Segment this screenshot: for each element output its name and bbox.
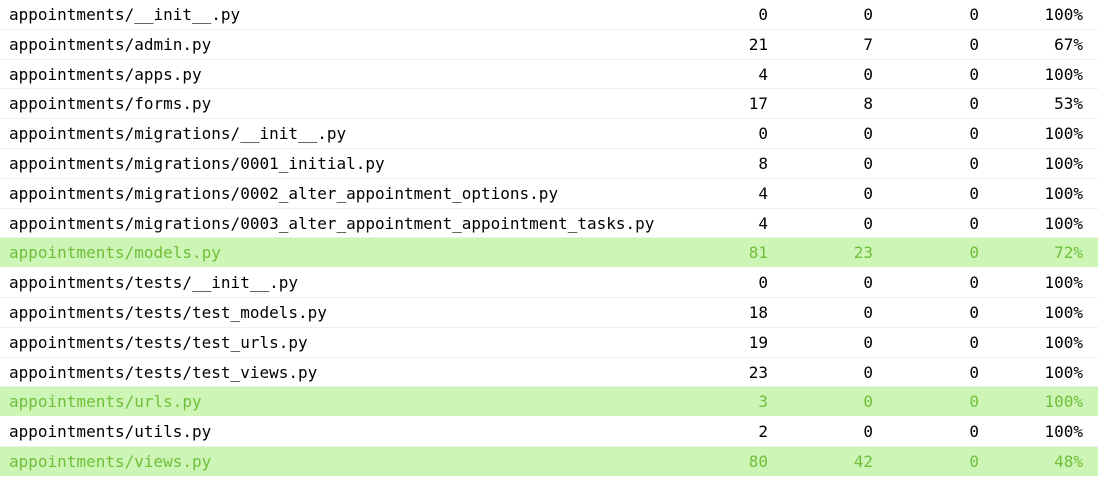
excluded-count: 0: [969, 64, 979, 84]
table-row: appointments/migrations/__init__.py 0 0 …: [0, 119, 1098, 149]
file-link[interactable]: appointments/migrations/0003_alter_appoi…: [9, 209, 654, 239]
statements-count: 4: [758, 213, 768, 233]
missing-count: 0: [863, 153, 873, 173]
statements-count: 21: [748, 34, 768, 54]
excluded-count: 0: [969, 392, 979, 412]
excluded-count: 0: [969, 243, 979, 263]
missing-count: 0: [863, 124, 873, 144]
statements-count: 4: [758, 183, 768, 203]
file-link[interactable]: appointments/tests/test_models.py: [9, 298, 327, 328]
excluded-count: 0: [969, 362, 979, 382]
statements-count: 80: [748, 451, 768, 471]
coverage-percent: 48%: [1054, 451, 1083, 471]
statements-count: 0: [758, 273, 768, 293]
coverage-percent: 100%: [1044, 5, 1083, 24]
coverage-percent: 72%: [1054, 243, 1083, 263]
file-link[interactable]: appointments/migrations/0001_initial.py: [9, 149, 385, 179]
missing-count: 7: [863, 34, 873, 54]
file-link[interactable]: appointments/views.py: [9, 447, 211, 477]
statements-count: 81: [748, 243, 768, 263]
file-link[interactable]: appointments/urls.py: [9, 387, 202, 417]
file-link[interactable]: appointments/tests/__init__.py: [9, 268, 298, 298]
table-row: appointments/migrations/0001_initial.py …: [0, 149, 1098, 179]
statements-count: 0: [758, 124, 768, 144]
table-row: appointments/tests/__init__.py 0 0 0 100…: [0, 268, 1098, 298]
excluded-count: 0: [969, 302, 979, 322]
table-row: appointments/utils.py 2 0 0 100%: [0, 417, 1098, 447]
statements-count: 4: [758, 64, 768, 84]
missing-count: 0: [863, 183, 873, 203]
missing-count: 0: [863, 213, 873, 233]
statements-count: 0: [758, 5, 768, 24]
missing-count: 0: [863, 332, 873, 352]
missing-count: 0: [863, 362, 873, 382]
table-row: appointments/tests/test_views.py 23 0 0 …: [0, 358, 1098, 388]
excluded-count: 0: [969, 5, 979, 24]
coverage-percent: 100%: [1044, 392, 1083, 412]
missing-count: 8: [863, 94, 873, 114]
coverage-percent: 100%: [1044, 124, 1083, 144]
coverage-percent: 67%: [1054, 34, 1083, 54]
coverage-percent: 100%: [1044, 362, 1083, 382]
missing-count: 0: [863, 302, 873, 322]
coverage-percent: 53%: [1054, 94, 1083, 114]
excluded-count: 0: [969, 213, 979, 233]
missing-count: 42: [853, 451, 873, 471]
excluded-count: 0: [969, 451, 979, 471]
missing-count: 0: [863, 422, 873, 442]
file-link[interactable]: appointments/models.py: [9, 238, 221, 268]
missing-count: 0: [863, 5, 873, 24]
statements-count: 2: [758, 422, 768, 442]
missing-count: 0: [863, 64, 873, 84]
statements-count: 8: [758, 153, 768, 173]
table-row: appointments/apps.py 4 0 0 100%: [0, 60, 1098, 90]
coverage-percent: 100%: [1044, 64, 1083, 84]
excluded-count: 0: [969, 94, 979, 114]
coverage-percent: 100%: [1044, 153, 1083, 173]
table-row: appointments/forms.py 17 8 0 53%: [0, 89, 1098, 120]
file-link[interactable]: appointments/migrations/__init__.py: [9, 119, 346, 149]
file-link[interactable]: appointments/tests/test_views.py: [9, 358, 317, 388]
coverage-percent: 100%: [1044, 422, 1083, 442]
table-row: appointments/migrations/0003_alter_appoi…: [0, 209, 1098, 239]
file-link[interactable]: appointments/migrations/0002_alter_appoi…: [9, 179, 558, 209]
coverage-table: appointments/__init__.py 0 0 0 100% appo…: [0, 0, 1098, 477]
statements-count: 23: [748, 362, 768, 382]
file-link[interactable]: appointments/admin.py: [9, 30, 211, 60]
table-row: appointments/migrations/0002_alter_appoi…: [0, 179, 1098, 209]
file-link[interactable]: appointments/tests/test_urls.py: [9, 328, 308, 358]
excluded-count: 0: [969, 34, 979, 54]
file-link[interactable]: appointments/__init__.py: [9, 0, 240, 30]
statements-count: 19: [748, 332, 768, 352]
coverage-percent: 100%: [1044, 183, 1083, 203]
missing-count: 0: [863, 392, 873, 412]
table-row-highlighted: appointments/models.py 81 23 0 72%: [0, 238, 1098, 269]
excluded-count: 0: [969, 153, 979, 173]
coverage-percent: 100%: [1044, 273, 1083, 293]
coverage-percent: 100%: [1044, 332, 1083, 352]
statements-count: 3: [758, 392, 768, 412]
excluded-count: 0: [969, 332, 979, 352]
missing-count: 23: [853, 243, 873, 263]
missing-count: 0: [863, 273, 873, 293]
file-link[interactable]: appointments/apps.py: [9, 60, 202, 90]
file-link[interactable]: appointments/forms.py: [9, 89, 211, 119]
table-row-highlighted: appointments/urls.py 3 0 0 100%: [0, 387, 1098, 418]
coverage-percent: 100%: [1044, 213, 1083, 233]
statements-count: 18: [748, 302, 768, 322]
table-row-highlighted: appointments/views.py 80 42 0 48%: [0, 446, 1098, 477]
excluded-count: 0: [969, 422, 979, 442]
table-row: appointments/__init__.py 0 0 0 100%: [0, 0, 1098, 30]
table-row: appointments/admin.py 21 7 0 67%: [0, 30, 1098, 60]
table-row: appointments/tests/test_urls.py 19 0 0 1…: [0, 328, 1098, 358]
file-link[interactable]: appointments/utils.py: [9, 417, 211, 447]
excluded-count: 0: [969, 273, 979, 293]
coverage-percent: 100%: [1044, 302, 1083, 322]
statements-count: 17: [748, 94, 768, 114]
excluded-count: 0: [969, 183, 979, 203]
excluded-count: 0: [969, 124, 979, 144]
table-row: appointments/tests/test_models.py 18 0 0…: [0, 298, 1098, 328]
